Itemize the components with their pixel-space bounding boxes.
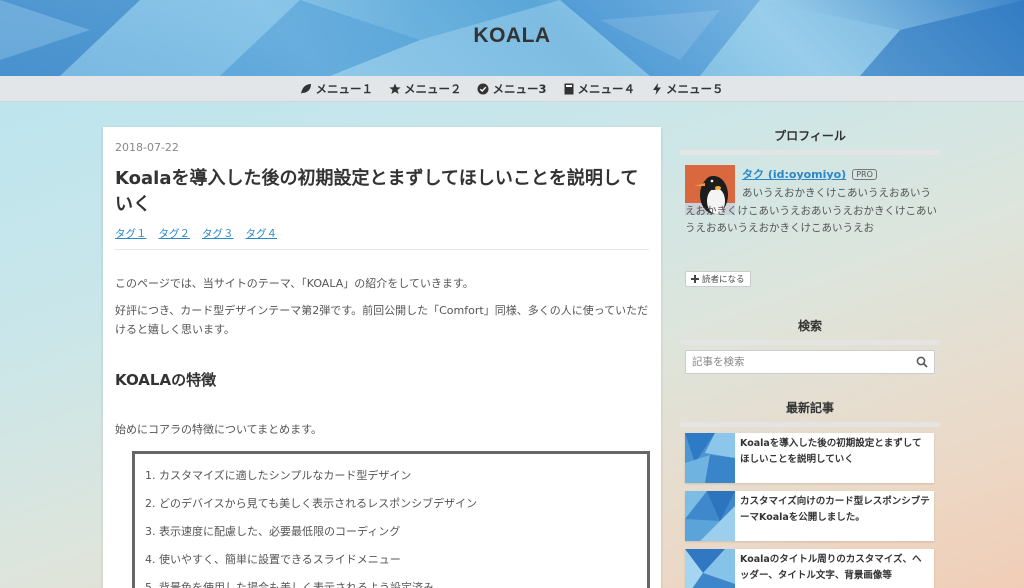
plus-icon bbox=[691, 275, 699, 283]
intro-paragraph: 好評につき、カード型デザインテーマ第2弾です。前回公開した「Comfort」同様… bbox=[115, 304, 649, 336]
thumbnail-image bbox=[685, 491, 735, 541]
list-item: 2. どのデバイスから見ても美しく表示されるレスポンシブデザイン bbox=[145, 497, 478, 510]
feature-list: 1. カスタマイズに適したシンプルなカード型デザイン 2. どのデバイスから見て… bbox=[132, 451, 650, 588]
site-title[interactable]: KOALA bbox=[0, 24, 1024, 48]
post-thumbnail bbox=[685, 491, 735, 541]
profile-title: プロフィール bbox=[680, 127, 940, 155]
nav-label: メニュー3 bbox=[492, 81, 547, 96]
sidebar: プロフィール タク (id:oyomiyo) PRO あいうえおかきくけこあいう… bbox=[680, 127, 940, 588]
profile-name-link[interactable]: タク (id:oyomiyo) bbox=[742, 166, 846, 182]
recent-title: 最新記事 bbox=[680, 399, 940, 427]
nav-label: メニュー５ bbox=[666, 81, 724, 96]
follow-button[interactable]: 読者になる bbox=[685, 271, 751, 287]
intro-paragraph: このページでは、当サイトのテーマ、「KOALA」の紹介をしていきます。 bbox=[115, 277, 474, 290]
post-thumbnail bbox=[685, 433, 735, 483]
nav-item-menu4[interactable]: メニュー４ bbox=[563, 81, 636, 97]
profile-name-row: タク (id:oyomiyo) PRO bbox=[742, 166, 877, 182]
list-item: 1. カスタマイズに適したシンプルなカード型デザイン bbox=[145, 469, 412, 482]
nav-item-menu2[interactable]: メニュー２ bbox=[389, 81, 462, 97]
pro-badge: PRO bbox=[852, 168, 877, 180]
article-card: 2018-07-22 Koalaを導入した後の初期設定とまずしてほしいことを説明… bbox=[103, 127, 661, 588]
list-item: 3. 表示速度に配慮した、必要最低限のコーディング bbox=[145, 525, 401, 538]
nav-label: メニュー４ bbox=[577, 81, 636, 96]
search-input[interactable] bbox=[692, 356, 916, 368]
thumbnail-image bbox=[685, 433, 735, 483]
follow-label: 読者になる bbox=[702, 275, 745, 285]
recent-post-title: Koalaのタイトル周りのカスタマイズ、ヘッダー、タイトル文字、背景画像等 bbox=[740, 554, 922, 581]
section-heading: KOALAの特徴 bbox=[115, 371, 217, 389]
book-icon bbox=[564, 83, 573, 94]
recent-post[interactable]: Koalaを導入した後の初期設定とまずしてほしいことを説明していく bbox=[685, 433, 934, 483]
global-nav: メニュー１ メニュー２ メニュー3 メニュー４ メニュー５ bbox=[0, 76, 1024, 102]
tag-link[interactable]: タグ２ bbox=[159, 226, 191, 241]
leaf-icon bbox=[301, 83, 312, 94]
post-thumbnail bbox=[685, 549, 735, 588]
recent-post-title: カスタマイズ向けのカード型レスポンシブテーマKoalaを公開しました。 bbox=[740, 496, 930, 523]
post-title[interactable]: Koalaを導入した後の初期設定とまずしてほしいことを説明していく bbox=[115, 166, 649, 218]
tag-link[interactable]: タグ１ bbox=[115, 226, 147, 241]
nav-label: メニュー１ bbox=[315, 81, 373, 96]
search-title: 検索 bbox=[680, 317, 940, 345]
thumbnail-image bbox=[685, 549, 735, 588]
nav-item-menu3[interactable]: メニュー3 bbox=[477, 81, 547, 97]
check-circle-icon bbox=[477, 83, 489, 94]
nav-item-menu1[interactable]: メニュー１ bbox=[300, 81, 373, 97]
star-icon bbox=[389, 83, 401, 94]
profile-bio: あいうえおかきくけこあいうえおあいうえおかきくけこあいうえおあいうえおかきくけこ… bbox=[685, 187, 937, 234]
list-item: 4. 使いやすく、簡単に設置できるスライドメニュー bbox=[145, 553, 401, 566]
tag-link[interactable]: タグ４ bbox=[246, 226, 278, 241]
search-box bbox=[685, 350, 935, 374]
recent-post[interactable]: Koalaのタイトル周りのカスタマイズ、ヘッダー、タイトル文字、背景画像等 bbox=[685, 549, 934, 588]
nav-label: メニュー２ bbox=[403, 81, 462, 96]
list-item: 5. 背景色を使用した場合も美しく表示されるよう設定済み bbox=[145, 581, 434, 588]
site-header: KOALA bbox=[0, 0, 1024, 76]
tag-link[interactable]: タグ３ bbox=[202, 226, 234, 241]
post-date: 2018-07-22 bbox=[115, 141, 179, 154]
recent-post[interactable]: カスタマイズ向けのカード型レスポンシブテーマKoalaを公開しました。 bbox=[685, 491, 934, 541]
bolt-icon bbox=[653, 82, 661, 95]
profile-widget: タク (id:oyomiyo) PRO あいうえおかきくけこあいうえおあいうえお… bbox=[680, 165, 940, 285]
search-icon[interactable] bbox=[916, 356, 928, 368]
tag-list: タグ１ タグ２ タグ３ タグ４ bbox=[115, 226, 649, 250]
section-paragraph: 始めにコアラの特徴についてまとめます。 bbox=[115, 423, 323, 436]
recent-post-title: Koalaを導入した後の初期設定とまずしてほしいことを説明していく bbox=[740, 438, 922, 465]
nav-item-menu5[interactable]: メニュー５ bbox=[651, 81, 724, 97]
